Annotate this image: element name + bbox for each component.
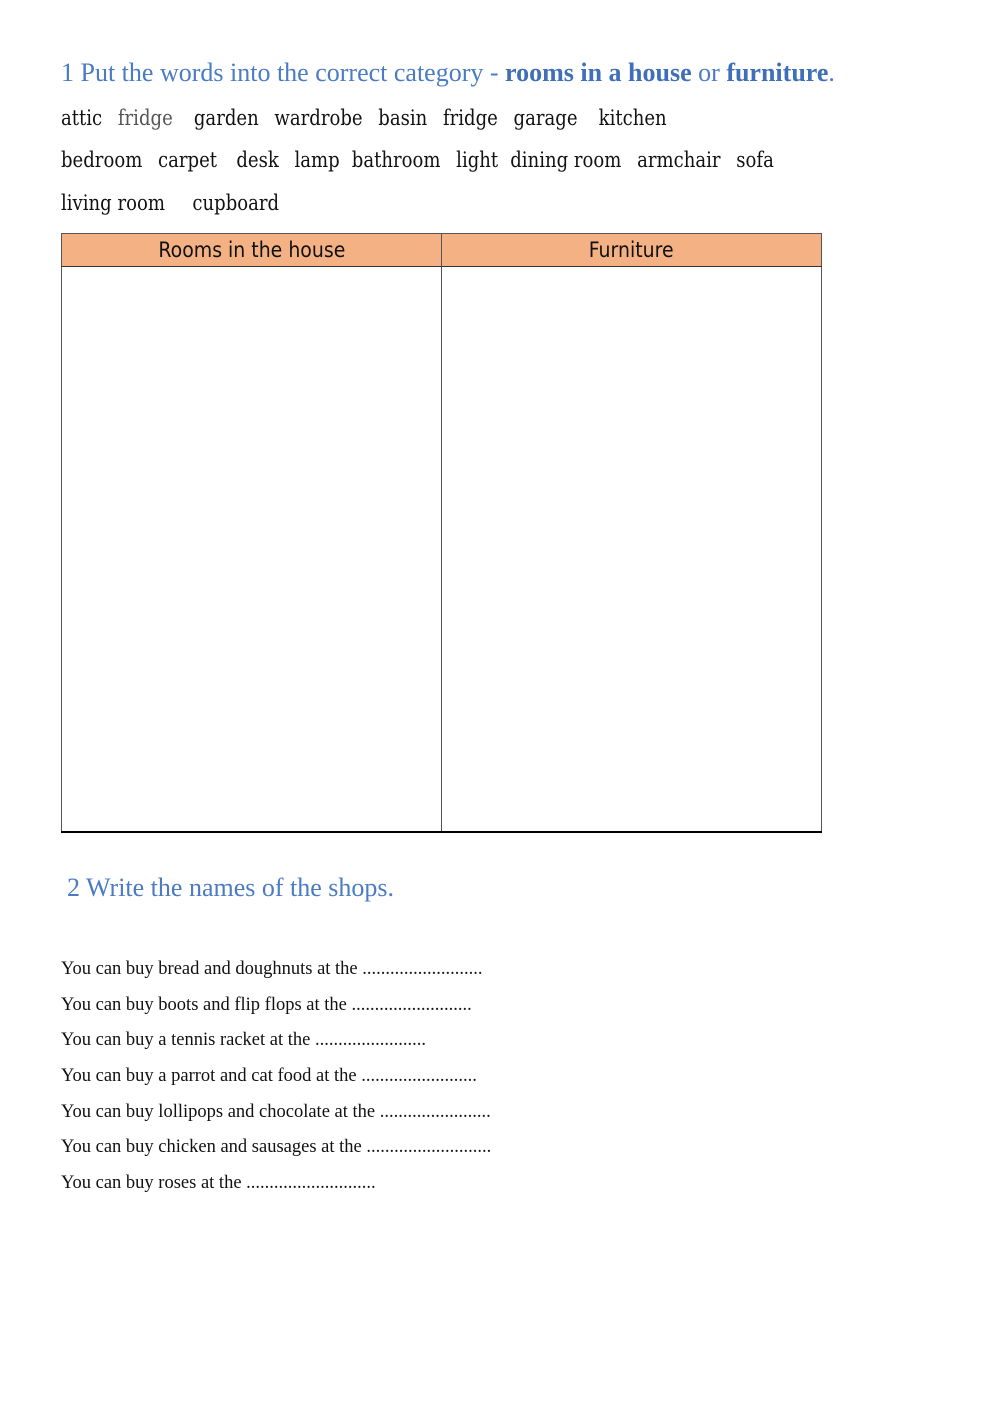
shop-sentence[interactable]: You can buy roses at the ...............… bbox=[61, 1171, 491, 1207]
word-bank-line-2: bedroom carpet desk lamp bathroom light … bbox=[61, 148, 784, 172]
word-item[interactable]: fridge bbox=[118, 106, 173, 130]
word-bank-line-3: living room cupboard bbox=[61, 191, 289, 215]
furniture-answer-cell[interactable] bbox=[441, 266, 822, 833]
exercise-2-heading: 2 Write the names of the shops. bbox=[67, 873, 395, 902]
category-table-body-row bbox=[61, 266, 822, 833]
word-item[interactable]: sofa bbox=[736, 148, 774, 172]
shop-sentences-list: You can buy bread and doughnuts at the .… bbox=[61, 957, 491, 1207]
word-item[interactable]: carpet bbox=[158, 148, 217, 172]
shop-sentence[interactable]: You can buy a parrot and cat food at the… bbox=[61, 1064, 491, 1100]
word-item[interactable]: basin bbox=[378, 106, 427, 130]
word-bank-line-1: attic fridge garden wardrobe basin fridg… bbox=[61, 106, 677, 130]
word-item[interactable]: fridge bbox=[443, 106, 498, 130]
shop-sentence[interactable]: You can buy boots and flip flops at the … bbox=[61, 993, 491, 1029]
header-furniture: Furniture bbox=[441, 233, 822, 267]
word-item[interactable]: cupboard bbox=[192, 191, 279, 215]
shop-sentence[interactable]: You can buy chicken and sausages at the … bbox=[61, 1135, 491, 1171]
word-item[interactable]: armchair bbox=[637, 148, 720, 172]
word-item[interactable]: bathroom bbox=[352, 148, 441, 172]
word-item[interactable]: garage bbox=[514, 106, 578, 130]
header-rooms-in-the-house: Rooms in the house bbox=[61, 233, 442, 267]
heading-suffix: . bbox=[828, 58, 835, 87]
word-item[interactable]: wardrobe bbox=[274, 106, 362, 130]
heading-bold-rooms: rooms in a house bbox=[505, 58, 692, 87]
shop-sentence[interactable]: You can buy lollipops and chocolate at t… bbox=[61, 1100, 491, 1136]
heading-prefix: 1 Put the words into the correct categor… bbox=[61, 58, 506, 87]
category-table: Rooms in the house Furniture bbox=[61, 233, 822, 833]
header-furniture-label: Furniture bbox=[589, 238, 674, 262]
shop-sentence[interactable]: You can buy bread and doughnuts at the .… bbox=[61, 957, 491, 993]
heading-middle: or bbox=[691, 58, 727, 87]
word-item[interactable]: desk bbox=[236, 148, 278, 172]
category-table-header-row: Rooms in the house Furniture bbox=[61, 233, 822, 267]
rooms-answer-cell[interactable] bbox=[61, 266, 442, 833]
header-rooms-label: Rooms in the house bbox=[158, 238, 345, 262]
word-item[interactable]: living room bbox=[61, 191, 165, 215]
word-item[interactable]: lamp bbox=[294, 148, 339, 172]
word-item[interactable]: light bbox=[456, 148, 498, 172]
word-item[interactable]: dining room bbox=[510, 148, 621, 172]
word-item[interactable]: attic bbox=[61, 106, 102, 130]
word-item[interactable]: kitchen bbox=[599, 106, 667, 130]
exercise-1-heading: 1 Put the words into the correct categor… bbox=[61, 58, 835, 88]
heading-bold-furniture: furniture bbox=[726, 58, 829, 87]
word-item[interactable]: bedroom bbox=[61, 148, 142, 172]
shop-sentence[interactable]: You can buy a tennis racket at the .....… bbox=[61, 1028, 491, 1064]
word-item[interactable]: garden bbox=[194, 106, 259, 130]
